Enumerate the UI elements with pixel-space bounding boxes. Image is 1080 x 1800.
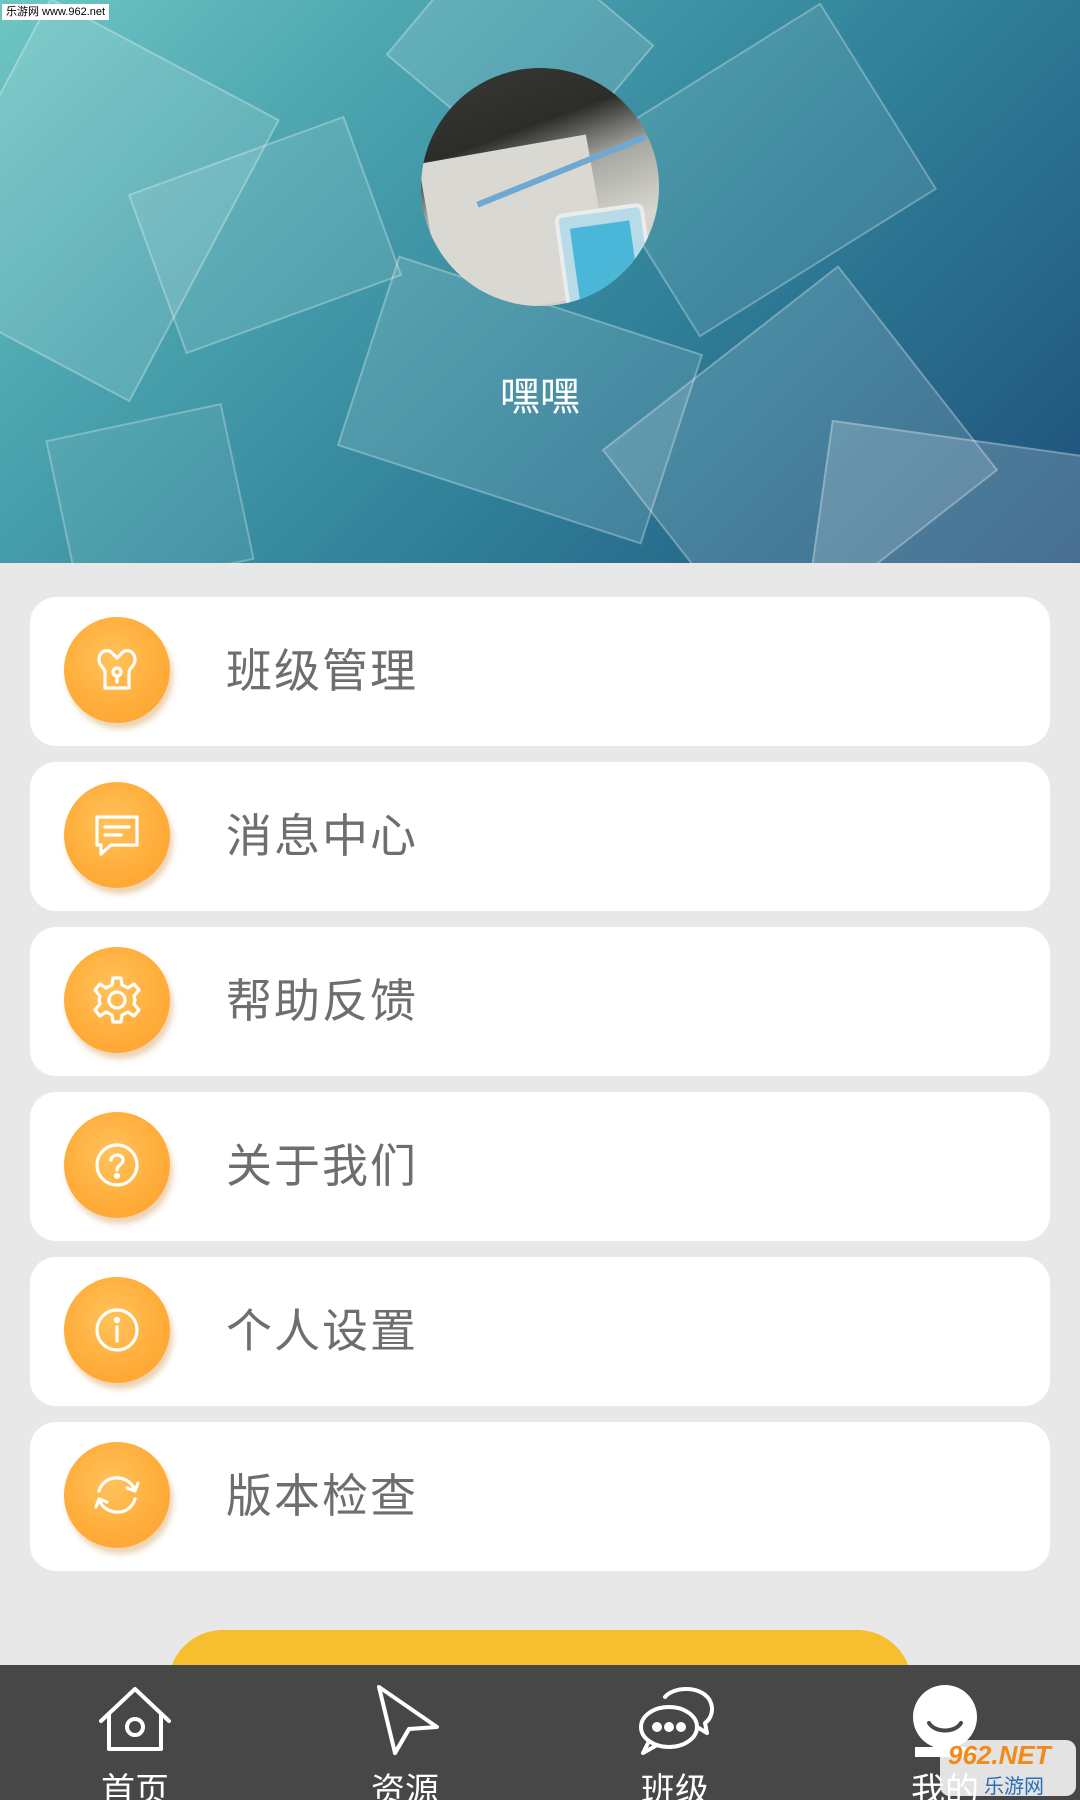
chat-bubbles-icon: [639, 1687, 714, 1755]
home-icon: [99, 1687, 171, 1751]
watermark-logo-sub: 乐游网: [984, 1774, 1044, 1798]
menu-item-class-management[interactable]: 班级管理: [30, 597, 1050, 746]
menu-item-about-us[interactable]: 关于我们: [30, 1092, 1050, 1241]
menu-item-label: 消息中心: [226, 809, 418, 863]
menu-item-label: 个人设置: [226, 1304, 418, 1358]
menu-item-message-center[interactable]: 消息中心: [30, 762, 1050, 911]
tab-class[interactable]: 班级: [540, 1665, 810, 1800]
header-bg-shard: [45, 403, 255, 563]
menu-item-version-check[interactable]: 版本检查: [30, 1422, 1050, 1571]
profile-menu: 班级管理 消息中心 帮助反馈 关于我们 个人设置 版本检查: [30, 597, 1050, 1587]
tab-label: 班级: [641, 1771, 709, 1800]
menu-item-help-feedback[interactable]: 帮助反馈: [30, 927, 1050, 1076]
tab-resources[interactable]: 资源: [270, 1665, 540, 1800]
cursor-icon: [377, 1685, 439, 1755]
menu-item-label: 关于我们: [226, 1139, 418, 1193]
tab-label: 资源: [371, 1771, 439, 1800]
watermark-logo-text: 962.NET: [948, 1740, 1051, 1770]
question-icon: [64, 1112, 170, 1218]
watermark-logo: 962.NET 乐游网: [940, 1740, 1076, 1798]
watermark-top-left: 乐游网 www.962.net: [2, 4, 110, 20]
header-bg-shard: [811, 419, 1080, 563]
bottom-tabbar: 首页 资源 班级 我的: [0, 1665, 1080, 1800]
message-icon: [64, 782, 170, 888]
tab-label: 首页: [101, 1771, 169, 1800]
info-icon: [64, 1277, 170, 1383]
gear-icon: [64, 947, 170, 1053]
menu-item-personal-settings[interactable]: 个人设置: [30, 1257, 1050, 1406]
username: 嘿嘿: [500, 374, 580, 420]
tab-home[interactable]: 首页: [0, 1665, 270, 1800]
avatar[interactable]: [421, 68, 659, 306]
refresh-icon: [64, 1442, 170, 1548]
menu-item-label: 班级管理: [226, 644, 418, 698]
class-lock-icon: [64, 617, 170, 723]
menu-item-label: 帮助反馈: [226, 974, 418, 1028]
menu-item-label: 版本检查: [226, 1469, 418, 1523]
profile-header: 乐游网 www.962.net 嘿嘿: [0, 0, 1080, 563]
